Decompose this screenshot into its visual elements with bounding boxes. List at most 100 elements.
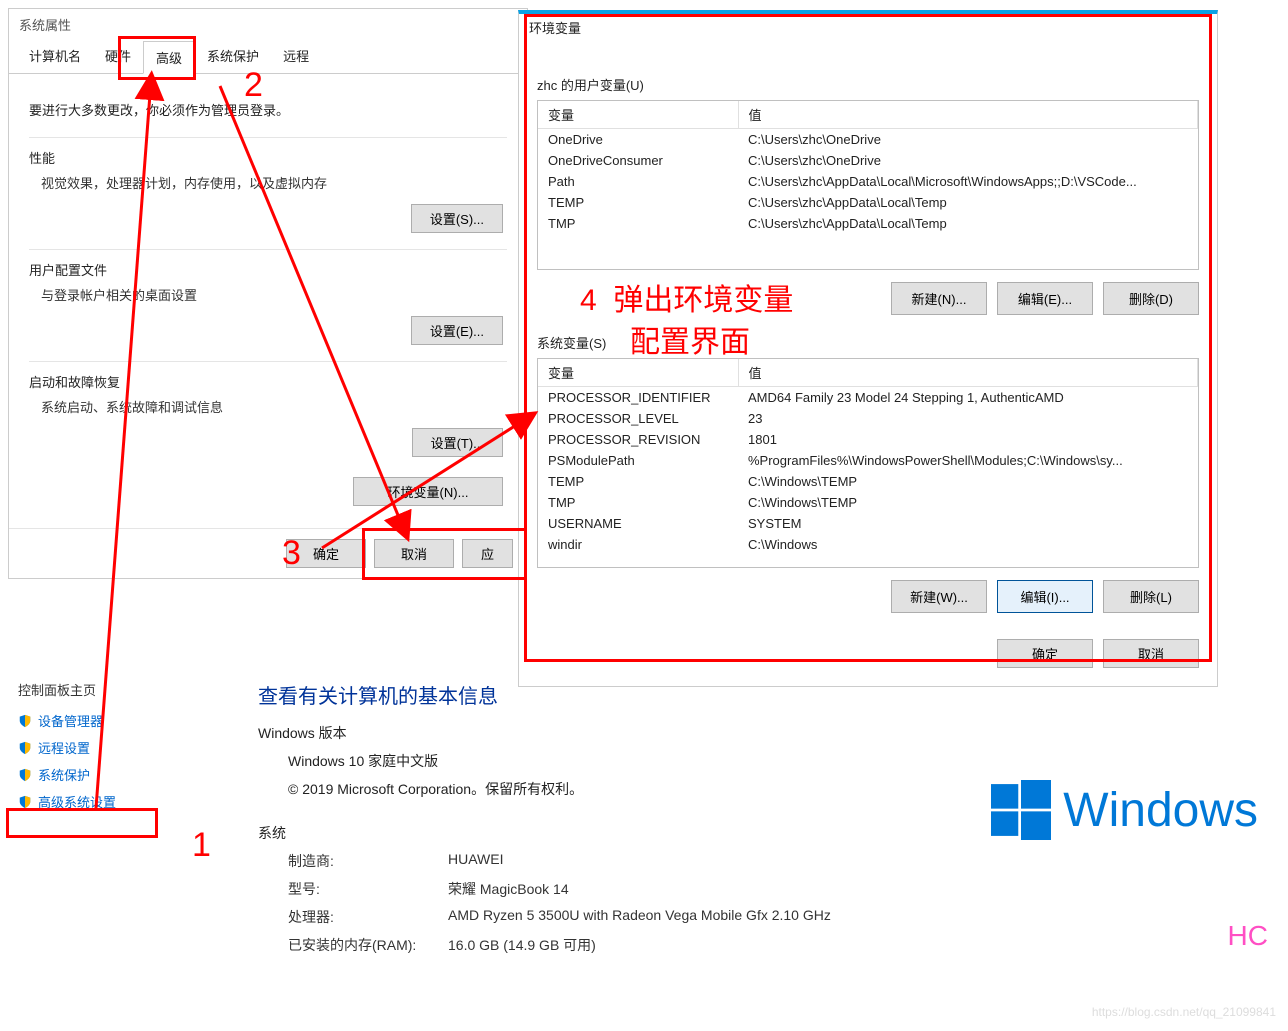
sysprops-title: 系统属性 <box>9 9 527 40</box>
env-ok-button[interactable]: 确定 <box>997 639 1093 668</box>
profiles-settings-button[interactable]: 设置(E)... <box>411 316 503 345</box>
var-name: windir <box>538 534 738 555</box>
windows-logo: Windows <box>991 780 1258 840</box>
env-variables-button[interactable]: 环境变量(N)... <box>353 477 503 506</box>
sys-var-row[interactable]: USERNAMESYSTEM <box>538 513 1198 534</box>
user-vars-label: zhc 的用户变量(U) <box>537 75 1199 94</box>
var-name: OneDrive <box>538 129 738 151</box>
windows-wordmark: Windows <box>1063 783 1258 838</box>
col-val[interactable]: 值 <box>738 359 1198 387</box>
var-name: TMP <box>538 213 738 234</box>
tab-hardware[interactable]: 硬件 <box>93 40 143 73</box>
tab-remote[interactable]: 远程 <box>271 40 321 73</box>
copyright: © 2019 Microsoft Corporation。保留所有权利。 <box>288 779 831 799</box>
tab-computer-name[interactable]: 计算机名 <box>17 40 93 73</box>
info-key: 制造商: <box>288 851 448 871</box>
var-name: PSModulePath <box>538 450 738 471</box>
windows-edition: Windows 10 家庭中文版 <box>288 751 831 771</box>
system-properties-dialog: 系统属性 计算机名 硬件 高级 系统保护 远程 要进行大多数更改，你必须作为管理… <box>8 8 528 579</box>
startup-title: 启动和故障恢复 <box>29 372 507 391</box>
sys-vars-table[interactable]: 变量 值 PROCESSOR_IDENTIFIERAMD64 Family 23… <box>537 358 1199 568</box>
sys-new-button[interactable]: 新建(W)... <box>891 580 987 613</box>
system-info-row: 型号:荣耀 MagicBook 14 <box>288 879 831 899</box>
link-label: 远程设置 <box>38 738 90 757</box>
oem-badge: HC <box>1228 920 1268 952</box>
sysprops-apply-button[interactable]: 应 <box>462 539 513 568</box>
sys-vars-label: 系统变量(S) <box>537 333 1199 352</box>
sidebar-link[interactable]: 系统保护 <box>18 765 218 784</box>
profiles-title: 用户配置文件 <box>29 260 507 279</box>
system-info-row: 处理器:AMD Ryzen 5 3500U with Radeon Vega M… <box>288 907 831 927</box>
var-name: PROCESSOR_IDENTIFIER <box>538 387 738 409</box>
sys-var-row[interactable]: TMPC:\Windows\TEMP <box>538 492 1198 513</box>
sys-var-row[interactable]: TEMPC:\Windows\TEMP <box>538 471 1198 492</box>
sysprops-cancel-button[interactable]: 取消 <box>374 539 454 568</box>
tab-system-protection[interactable]: 系统保护 <box>195 40 271 73</box>
col-var[interactable]: 变量 <box>538 359 738 387</box>
info-value: HUAWEI <box>448 851 503 871</box>
cp-home-label: 控制面板主页 <box>18 680 218 699</box>
info-value: 16.0 GB (14.9 GB 可用) <box>448 935 596 955</box>
var-value: C:\Users\zhc\OneDrive <box>738 150 1198 171</box>
user-delete-button[interactable]: 删除(D) <box>1103 282 1199 315</box>
var-name: TEMP <box>538 192 738 213</box>
var-value: C:\Windows\TEMP <box>738 471 1198 492</box>
var-name: PROCESSOR_LEVEL <box>538 408 738 429</box>
anno-num-1: 1 <box>192 826 211 865</box>
sidebar-link[interactable]: 设备管理器 <box>18 711 218 730</box>
sys-var-row[interactable]: PROCESSOR_REVISION1801 <box>538 429 1198 450</box>
var-value: C:\Users\zhc\AppData\Local\Temp <box>738 192 1198 213</box>
windows-icon <box>991 780 1051 840</box>
edition-title: Windows 版本 <box>258 723 831 743</box>
sysprops-ok-button[interactable]: 确定 <box>286 539 366 568</box>
var-name: PROCESSOR_REVISION <box>538 429 738 450</box>
user-vars-table[interactable]: 变量 值 OneDriveC:\Users\zhc\OneDriveOneDri… <box>537 100 1199 270</box>
info-key: 已安装的内存(RAM): <box>288 935 448 955</box>
user-var-row[interactable]: TMPC:\Users\zhc\AppData\Local\Temp <box>538 213 1198 234</box>
link-label: 高级系统设置 <box>38 792 116 811</box>
info-value: 荣耀 MagicBook 14 <box>448 879 569 899</box>
user-edit-button[interactable]: 编辑(E)... <box>997 282 1093 315</box>
link-advanced-system-settings[interactable]: 高级系统设置 <box>18 792 218 811</box>
sidebar-link[interactable]: 远程设置 <box>18 738 218 757</box>
info-key: 处理器: <box>288 907 448 927</box>
var-value: 23 <box>738 408 1198 429</box>
sys-var-row[interactable]: PROCESSOR_LEVEL23 <box>538 408 1198 429</box>
system-info-row: 已安装的内存(RAM):16.0 GB (14.9 GB 可用) <box>288 935 831 955</box>
var-value: %ProgramFiles%\WindowsPowerShell\Modules… <box>738 450 1198 471</box>
watermark: https://blog.csdn.net/qq_21099841 <box>1092 1005 1276 1019</box>
col-val[interactable]: 值 <box>738 101 1198 129</box>
user-var-row[interactable]: TEMPC:\Users\zhc\AppData\Local\Temp <box>538 192 1198 213</box>
perf-settings-button[interactable]: 设置(S)... <box>411 204 503 233</box>
link-label: 设备管理器 <box>38 711 103 730</box>
var-value: AMD64 Family 23 Model 24 Stepping 1, Aut… <box>738 387 1198 409</box>
user-var-row[interactable]: PathC:\Users\zhc\AppData\Local\Microsoft… <box>538 171 1198 192</box>
sys-edit-button[interactable]: 编辑(I)... <box>997 580 1093 613</box>
shield-icon <box>18 768 32 782</box>
var-name: Path <box>538 171 738 192</box>
env-cancel-button[interactable]: 取消 <box>1103 639 1199 668</box>
shield-icon <box>18 714 32 728</box>
profiles-desc: 与登录帐户相关的桌面设置 <box>41 285 507 304</box>
link-label: 系统保护 <box>38 765 90 784</box>
sys-var-row[interactable]: windirC:\Windows <box>538 534 1198 555</box>
envdlg-title: 环境变量 <box>519 14 1217 45</box>
info-key: 型号: <box>288 879 448 899</box>
env-variables-dialog: 环境变量 zhc 的用户变量(U) 变量 值 OneDriveC:\Users\… <box>518 10 1218 687</box>
startup-settings-button[interactable]: 设置(T)... <box>412 428 503 457</box>
sys-delete-button[interactable]: 删除(L) <box>1103 580 1199 613</box>
user-new-button[interactable]: 新建(N)... <box>891 282 987 315</box>
perf-desc: 视觉效果，处理器计划，内存使用，以及虚拟内存 <box>41 173 507 192</box>
var-name: TEMP <box>538 471 738 492</box>
var-name: TMP <box>538 492 738 513</box>
shield-icon <box>18 741 32 755</box>
sys-var-row[interactable]: PROCESSOR_IDENTIFIERAMD64 Family 23 Mode… <box>538 387 1198 409</box>
info-value: AMD Ryzen 5 3500U with Radeon Vega Mobil… <box>448 907 831 927</box>
tab-advanced[interactable]: 高级 <box>143 41 195 74</box>
var-name: OneDriveConsumer <box>538 150 738 171</box>
col-var[interactable]: 变量 <box>538 101 738 129</box>
user-var-row[interactable]: OneDriveConsumerC:\Users\zhc\OneDrive <box>538 150 1198 171</box>
sys-var-row[interactable]: PSModulePath%ProgramFiles%\WindowsPowerS… <box>538 450 1198 471</box>
user-var-row[interactable]: OneDriveC:\Users\zhc\OneDrive <box>538 129 1198 151</box>
system-info-row: 制造商:HUAWEI <box>288 851 831 871</box>
